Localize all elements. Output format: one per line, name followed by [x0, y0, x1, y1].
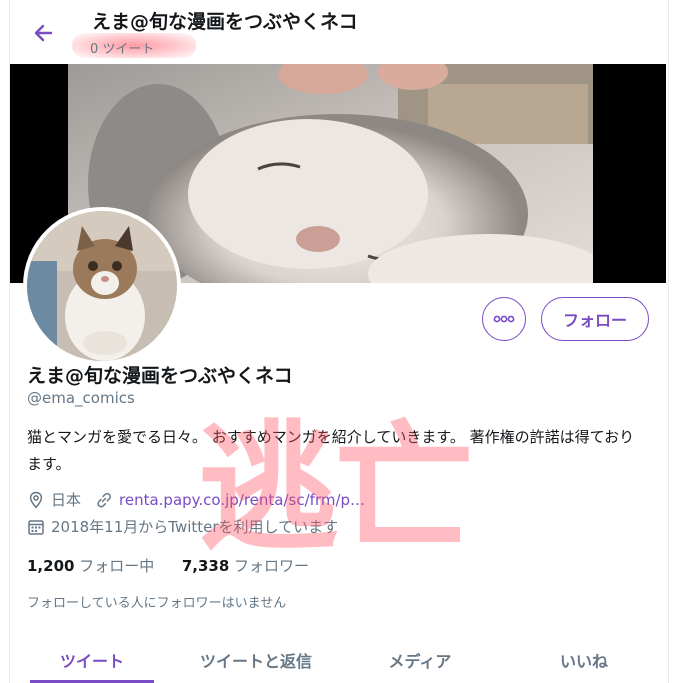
profile-avatar[interactable] — [23, 207, 181, 365]
following-count: 1,200 — [27, 557, 75, 575]
back-arrow-icon — [34, 24, 53, 42]
display-name: えま@旬な漫画をつぶやくネコ — [27, 365, 293, 387]
header-title: えま@旬な漫画をつぶやくネコ — [92, 11, 358, 33]
user-handle: @ema_comics — [27, 389, 135, 407]
tab-media[interactable]: メディア — [338, 633, 502, 683]
location-text: 日本 — [51, 491, 82, 509]
profile-tabs: ツイート ツイートと返信 メディア いいね — [10, 633, 666, 683]
following-label: フォロー中 — [79, 557, 155, 575]
tab-tweets-and-replies[interactable]: ツイートと返信 — [174, 633, 338, 683]
avatar-photo — [27, 211, 177, 361]
tweet-count: 0 ツイート — [90, 42, 155, 57]
profile-bio: 猫とマンガを愛でる日々。 おすすめマンガを紹介していきます。 著作権の許諾は得て… — [27, 428, 635, 473]
location-pin-icon — [29, 491, 43, 508]
link-icon — [97, 492, 111, 507]
profile-link[interactable]: renta.papy.co.jp/renta/sc/frm/p… — [119, 491, 365, 509]
followers-count: 7,338 — [181, 557, 230, 575]
more-dots-icon — [493, 315, 515, 323]
follow-stats: 1,200 フォロー中 7,338 フォロワー — [27, 555, 309, 576]
followers-you-know-note: フォローしている人にフォロワーはいません — [27, 596, 287, 611]
tab-likes[interactable]: いいね — [502, 633, 666, 683]
tab-tweets[interactable]: ツイート — [10, 633, 174, 683]
followers-label: フォロワー — [234, 557, 310, 575]
back-button[interactable] — [25, 18, 61, 48]
following-link[interactable]: 1,200 フォロー中 — [27, 557, 159, 575]
joined-row: 2018年11月からTwitterを利用しています — [27, 516, 338, 537]
joined-date: 2018年11月からTwitterを利用しています — [51, 518, 339, 536]
profile-meta-row: 日本 renta.papy.co.jp/renta/sc/frm/p… — [27, 489, 365, 510]
more-options-button[interactable] — [482, 297, 526, 341]
followers-link[interactable]: 7,338 フォロワー — [182, 557, 309, 575]
calendar-icon — [28, 519, 44, 535]
follow-button[interactable]: フォロー — [541, 297, 649, 341]
